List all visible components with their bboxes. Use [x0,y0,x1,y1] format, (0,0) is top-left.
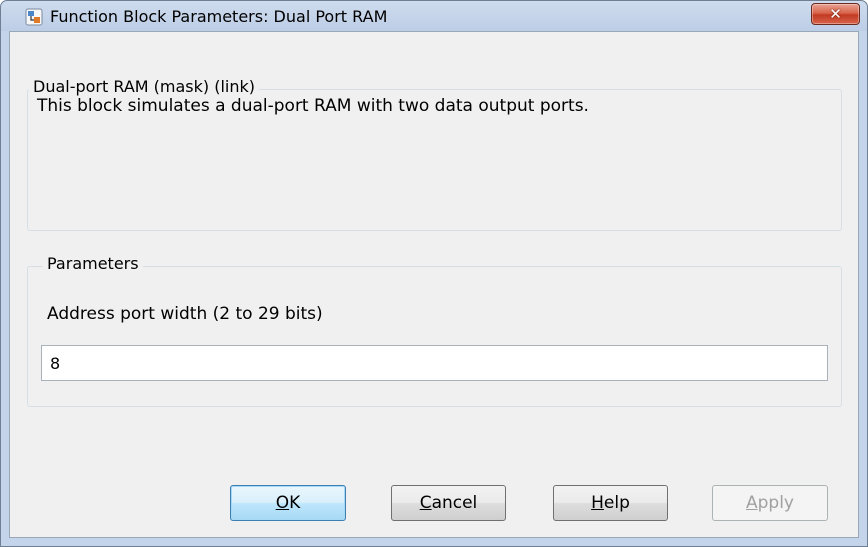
apply-mnemonic: A [745,493,758,513]
help-button[interactable]: Help [553,485,668,521]
block-description: This block simulates a dual-port RAM wit… [37,96,589,116]
ok-button[interactable]: OK [230,485,346,521]
help-label-rest: elp [603,493,630,513]
window-title: Function Block Parameters: Dual Port RAM [50,7,388,26]
cancel-label-rest: ancel [431,493,478,513]
cancel-button[interactable]: Cancel [391,485,506,521]
apply-label-rest: pply [757,493,794,513]
close-button[interactable]: ✕ [811,3,860,25]
apply-button: Apply [712,485,828,521]
description-group-label: Dual-port RAM (mask) (link) [29,77,260,96]
simulink-block-icon [25,8,43,26]
ok-mnemonic: O [275,493,290,513]
help-mnemonic: H [591,493,604,513]
cancel-mnemonic: C [419,493,432,513]
parameters-group [27,266,842,407]
ok-label-rest: K [289,493,301,513]
dialog-window: Function Block Parameters: Dual Port RAM… [0,0,868,547]
address-width-label: Address port width (2 to 29 bits) [47,304,323,324]
close-icon: ✕ [829,4,842,23]
address-width-input[interactable] [41,345,828,381]
title-bar[interactable]: Function Block Parameters: Dual Port RAM… [1,1,867,31]
parameters-group-label: Parameters [43,254,143,273]
